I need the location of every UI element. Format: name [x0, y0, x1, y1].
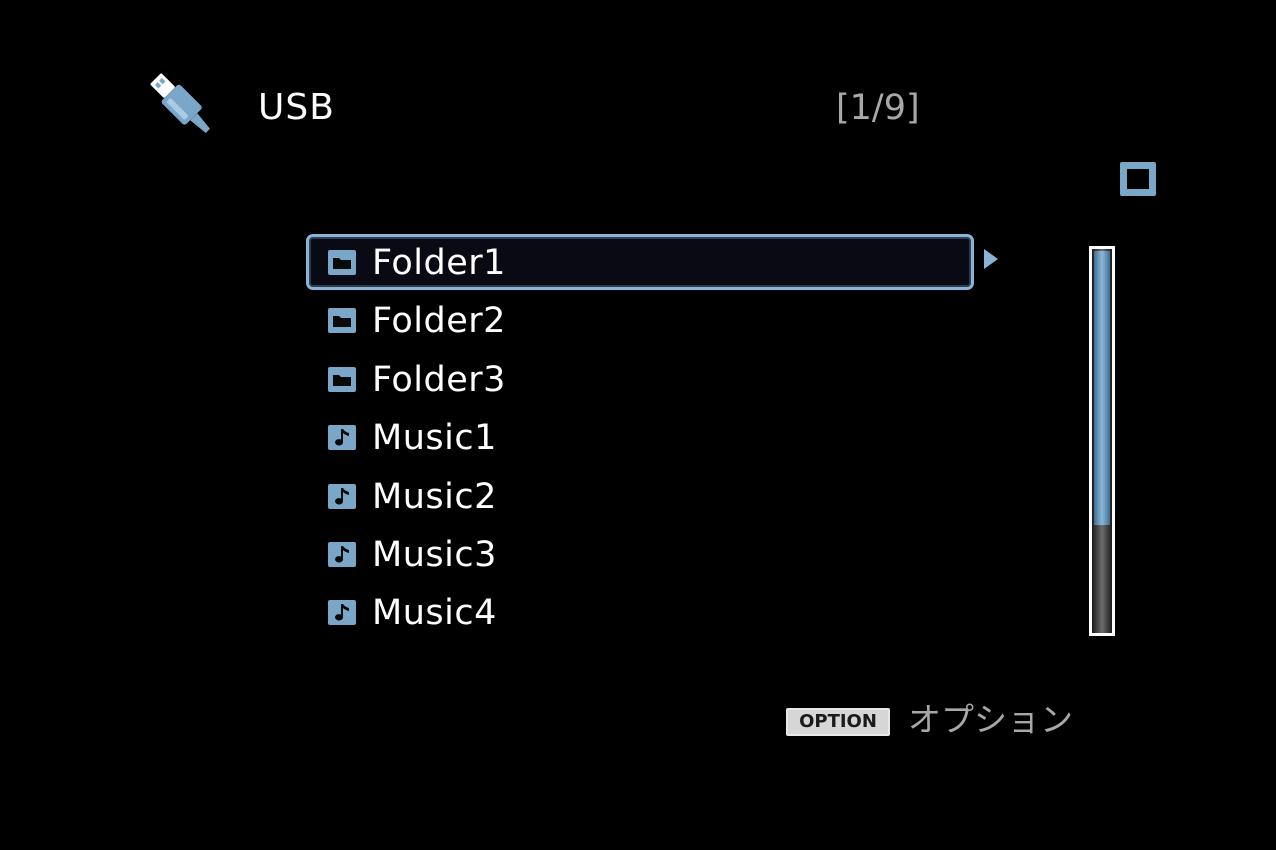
stop-icon — [1120, 162, 1156, 196]
list-item-label: Folder2 — [372, 301, 506, 342]
chevron-right-icon[interactable] — [983, 248, 999, 270]
list-item[interactable]: Folder2 — [306, 292, 974, 350]
folder-icon — [328, 308, 356, 334]
list-item[interactable]: Folder3 — [306, 351, 974, 409]
list-item[interactable]: Music4 — [306, 584, 974, 642]
list-item-label: Music3 — [372, 534, 497, 575]
file-list: Folder1 Folder2 Folder3 Music1 Music2 Mu… — [306, 234, 974, 643]
page-indicator: [1/9] — [836, 88, 920, 128]
list-item-label: Music2 — [372, 476, 497, 517]
music-note-icon — [328, 600, 356, 626]
list-item[interactable]: Folder1 — [306, 234, 974, 290]
usb-icon — [150, 73, 210, 133]
list-item[interactable]: Music1 — [306, 409, 974, 467]
option-button[interactable]: OPTION — [786, 708, 890, 736]
folder-icon — [328, 366, 356, 392]
list-item[interactable]: Music2 — [306, 468, 974, 526]
scrollbar[interactable] — [1089, 246, 1115, 636]
list-item-label: Music4 — [372, 593, 497, 634]
list-item-label: Folder1 — [372, 243, 506, 283]
folder-icon — [328, 250, 356, 275]
list-item[interactable]: Music3 — [306, 526, 974, 584]
option-label: オプション — [908, 700, 1073, 739]
page-title: USB — [258, 87, 335, 128]
scrollbar-thumb[interactable] — [1094, 251, 1110, 525]
list-item-label: Music1 — [372, 418, 497, 459]
list-item-label: Folder3 — [372, 359, 506, 400]
music-note-icon — [328, 541, 356, 567]
music-note-icon — [328, 425, 356, 451]
music-note-icon — [328, 483, 356, 509]
